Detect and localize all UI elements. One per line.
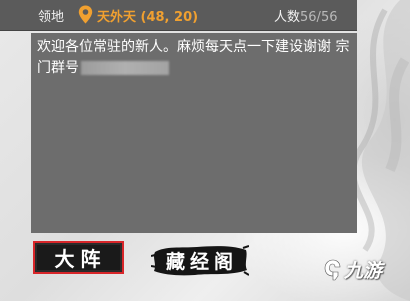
jiuyou-watermark: 九游 <box>322 256 382 283</box>
watermark-text: 九游 <box>344 260 383 282</box>
territory-label: 领地 <box>38 10 65 25</box>
scripture-pavilion-label: 藏经阁 <box>165 250 238 273</box>
members-label: 人数 <box>274 10 301 25</box>
scripture-pavilion-button[interactable]: 藏经阁 <box>151 242 249 278</box>
redacted-group-number <box>81 61 169 75</box>
formation-button-label: 大阵 <box>54 247 107 271</box>
members-count: 56/56 <box>300 10 338 25</box>
notice-text-block: 欢迎各位常驻的新人。麻烦每天点一下建设谢谢 宗门群号 <box>37 37 355 79</box>
formation-button[interactable]: 大阵 <box>33 241 124 274</box>
sect-notice-board: 欢迎各位常驻的新人。麻烦每天点一下建设谢谢 宗门群号 <box>31 33 357 233</box>
jiuyou-logo-icon <box>324 259 341 280</box>
location-pin-icon <box>78 5 93 24</box>
member-count: 人数56/56 <box>274 6 337 25</box>
territory-header: 领地 天外天 (48, 20) 人数56/56 <box>0 0 357 31</box>
territory-name: 天外天 (48, 20) <box>97 10 199 25</box>
